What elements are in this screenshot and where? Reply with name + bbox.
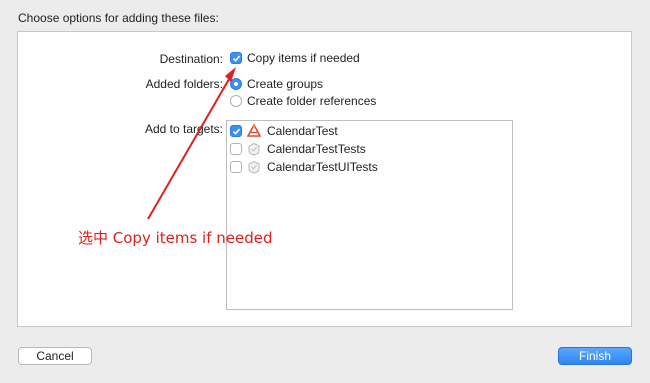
cancel-button[interactable]: Cancel — [18, 347, 92, 365]
finish-button[interactable]: Finish — [558, 347, 632, 365]
annotation-arrow-icon — [147, 67, 236, 220]
annotation-text: 选中 Copy items if needed — [78, 229, 273, 247]
